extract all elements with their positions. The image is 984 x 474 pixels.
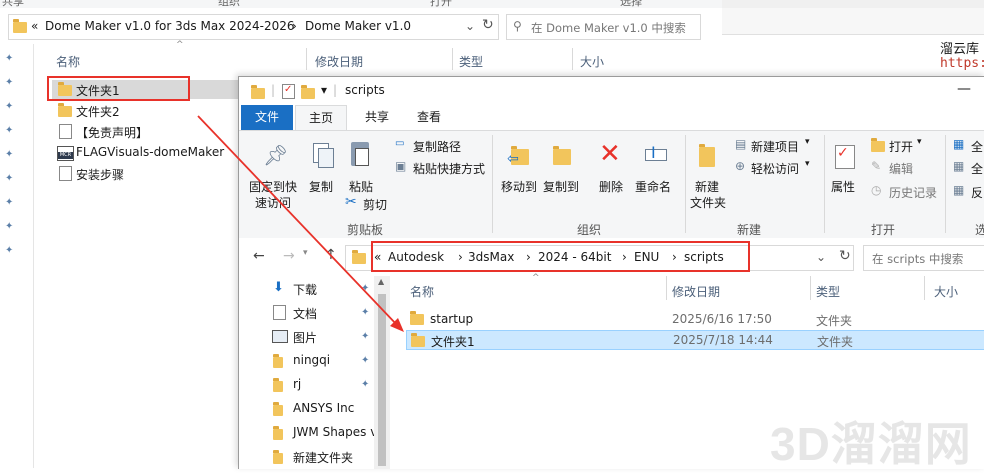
annotation-arrow-line [197, 115, 399, 327]
watermark: 3D溜溜网 [770, 408, 972, 474]
watermark-text: 3D溜溜网 [770, 418, 972, 470]
annotation-arrow [197, 115, 404, 332]
